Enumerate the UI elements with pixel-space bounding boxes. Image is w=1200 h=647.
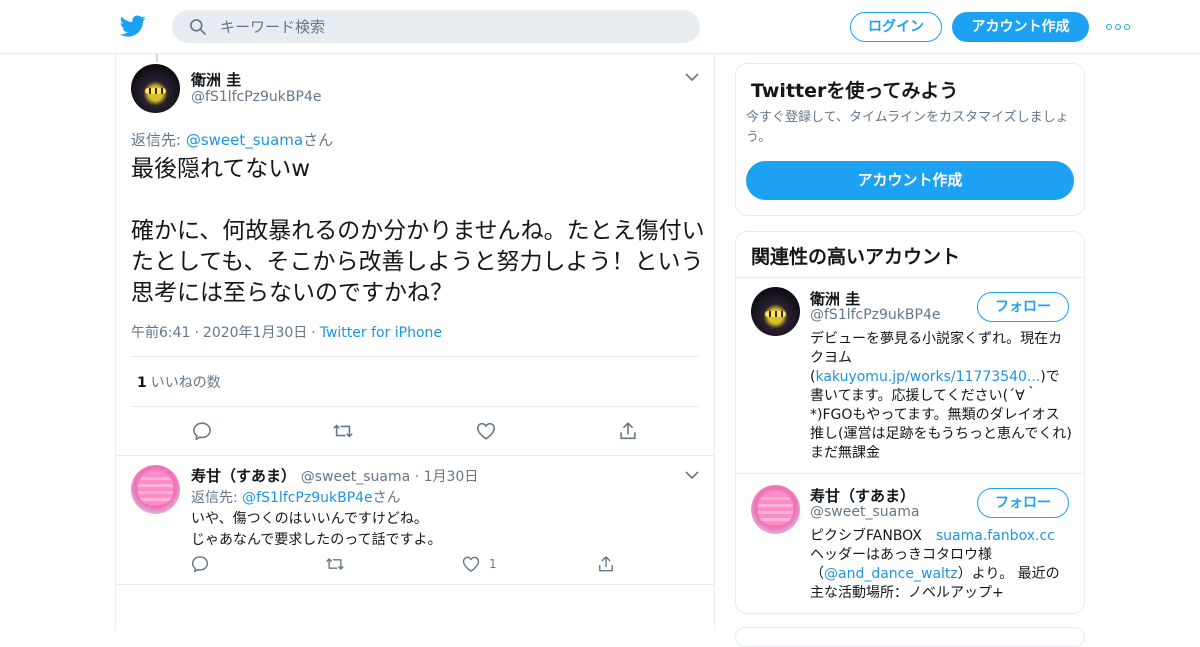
- account-handle[interactable]: @fS1lfcPz9ukBP4e: [810, 307, 940, 323]
- divider: [131, 356, 699, 357]
- chevron-down-icon[interactable]: [685, 73, 699, 82]
- author-name[interactable]: 寿甘（すあま）: [191, 467, 296, 485]
- divider: [131, 406, 699, 407]
- author-handle[interactable]: @sweet_suama: [301, 469, 410, 485]
- reply-suffix: さん: [372, 490, 401, 506]
- reply-to-line: 返信先: @fS1lfcPz9ukBP4eさん: [191, 487, 401, 507]
- share-icon[interactable]: [617, 420, 639, 442]
- tweet-text: 最後隠れてないw 確かに、何故暴れるのか分かりませんね。たとえ傷付いたとしても、…: [131, 156, 705, 306]
- reply-prefix: 返信先:: [191, 490, 243, 506]
- signup-cta-button[interactable]: アカウント作成: [746, 161, 1074, 200]
- reply-to-link[interactable]: @fS1lfcPz9ukBP4e: [242, 490, 372, 506]
- more-options-icon[interactable]: [1106, 24, 1130, 30]
- search-box[interactable]: [172, 10, 700, 43]
- bio-link[interactable]: @and_dance_waltz: [824, 566, 958, 582]
- like-heart-icon[interactable]: [461, 554, 481, 574]
- account-bio: デビューを夢見る小説家くずれ。現在カクヨム(kakuyomu.jp/works/…: [810, 330, 1072, 463]
- reply-suffix: さん: [303, 131, 334, 149]
- signup-button[interactable]: アカウント作成: [952, 12, 1089, 42]
- bio-text: ピクシブFANBOX: [810, 528, 936, 544]
- login-button[interactable]: ログイン: [850, 12, 942, 42]
- card-title: 関連性の高いアカウント: [751, 246, 961, 268]
- avatar[interactable]: [751, 485, 800, 534]
- tweet-date[interactable]: 1月30日: [424, 469, 479, 485]
- account-name[interactable]: 衛洲 圭: [810, 288, 860, 309]
- top-bar: ログイン アカウント作成: [0, 0, 1200, 54]
- related-accounts-card: 関連性の高いアカウント 衛洲 圭 @fS1lfcPz9ukBP4e フォロー デ…: [735, 231, 1085, 614]
- reply-icon[interactable]: [190, 554, 210, 574]
- account-name[interactable]: 寿甘（すあま）: [810, 485, 915, 506]
- divider: [736, 277, 1084, 278]
- follow-button[interactable]: フォロー: [977, 488, 1069, 518]
- avatar[interactable]: [751, 287, 800, 336]
- retweet-icon[interactable]: [325, 554, 345, 574]
- share-icon[interactable]: [596, 554, 616, 574]
- bio-link[interactable]: kakuyomu.jp/works/11773540...: [815, 369, 1040, 385]
- like-stats[interactable]: 1 いいねの数: [137, 372, 221, 392]
- bio-link[interactable]: suama.fanbox.cc: [936, 528, 1055, 544]
- tweet-date[interactable]: 2020年1月30日: [203, 325, 307, 341]
- divider: [116, 455, 714, 456]
- reply-to-line: 返信先: @sweet_suamaさん: [131, 129, 333, 150]
- reply-prefix: 返信先:: [131, 131, 186, 149]
- reply-header: 寿甘（すあま） @sweet_suama · 1月30日: [191, 467, 479, 485]
- like-count: 1: [137, 375, 147, 391]
- signup-card: Twitterを使ってみよう 今すぐ登録して、タイムラインをカスタマイズしましょ…: [735, 63, 1085, 216]
- like-count: 1: [489, 557, 497, 571]
- chevron-down-icon[interactable]: [685, 471, 699, 480]
- divider: [116, 584, 714, 585]
- tweet-column: 衛洲 圭 @fS1lfcPz9ukBP4e 返信先: @sweet_suamaさ…: [115, 54, 715, 630]
- tweet-text: いや、傷つくのはいいんですけどね。 じゃあなんで要求したのって話ですよ。: [191, 511, 442, 548]
- reply-to-link[interactable]: @sweet_suama: [186, 131, 303, 149]
- retweet-icon[interactable]: [332, 420, 354, 442]
- tweet-time[interactable]: 午前6:41: [131, 325, 190, 341]
- author-name[interactable]: 衛洲 圭: [191, 69, 241, 90]
- avatar[interactable]: [131, 465, 180, 514]
- author-handle[interactable]: @fS1lfcPz9ukBP4e: [191, 89, 321, 105]
- account-handle[interactable]: @sweet_suama: [810, 504, 919, 520]
- search-icon: [190, 19, 206, 35]
- reply-icon[interactable]: [191, 420, 213, 442]
- like-label: いいねの数: [150, 375, 221, 391]
- divider: [736, 473, 1084, 474]
- tweet-meta: 午前6:41 · 2020年1月30日 · Twitter for iPhone: [131, 325, 443, 341]
- thread-connector: [156, 54, 158, 62]
- tweet-source[interactable]: Twitter for iPhone: [320, 325, 442, 341]
- follow-button[interactable]: フォロー: [977, 292, 1069, 322]
- account-bio: ピクシブFANBOX suama.fanbox.cc ヘッダーはあっきコタロウ様…: [810, 527, 1072, 603]
- next-card: [735, 627, 1085, 647]
- like-heart-icon[interactable]: [475, 420, 497, 442]
- twitter-bird-icon[interactable]: [120, 13, 146, 39]
- card-description: 今すぐ登録して、タイムラインをカスタマイズしましょう。: [746, 110, 1069, 145]
- card-title: Twitterを使ってみよう: [751, 80, 959, 102]
- avatar[interactable]: [131, 64, 180, 113]
- search-input[interactable]: [220, 10, 680, 43]
